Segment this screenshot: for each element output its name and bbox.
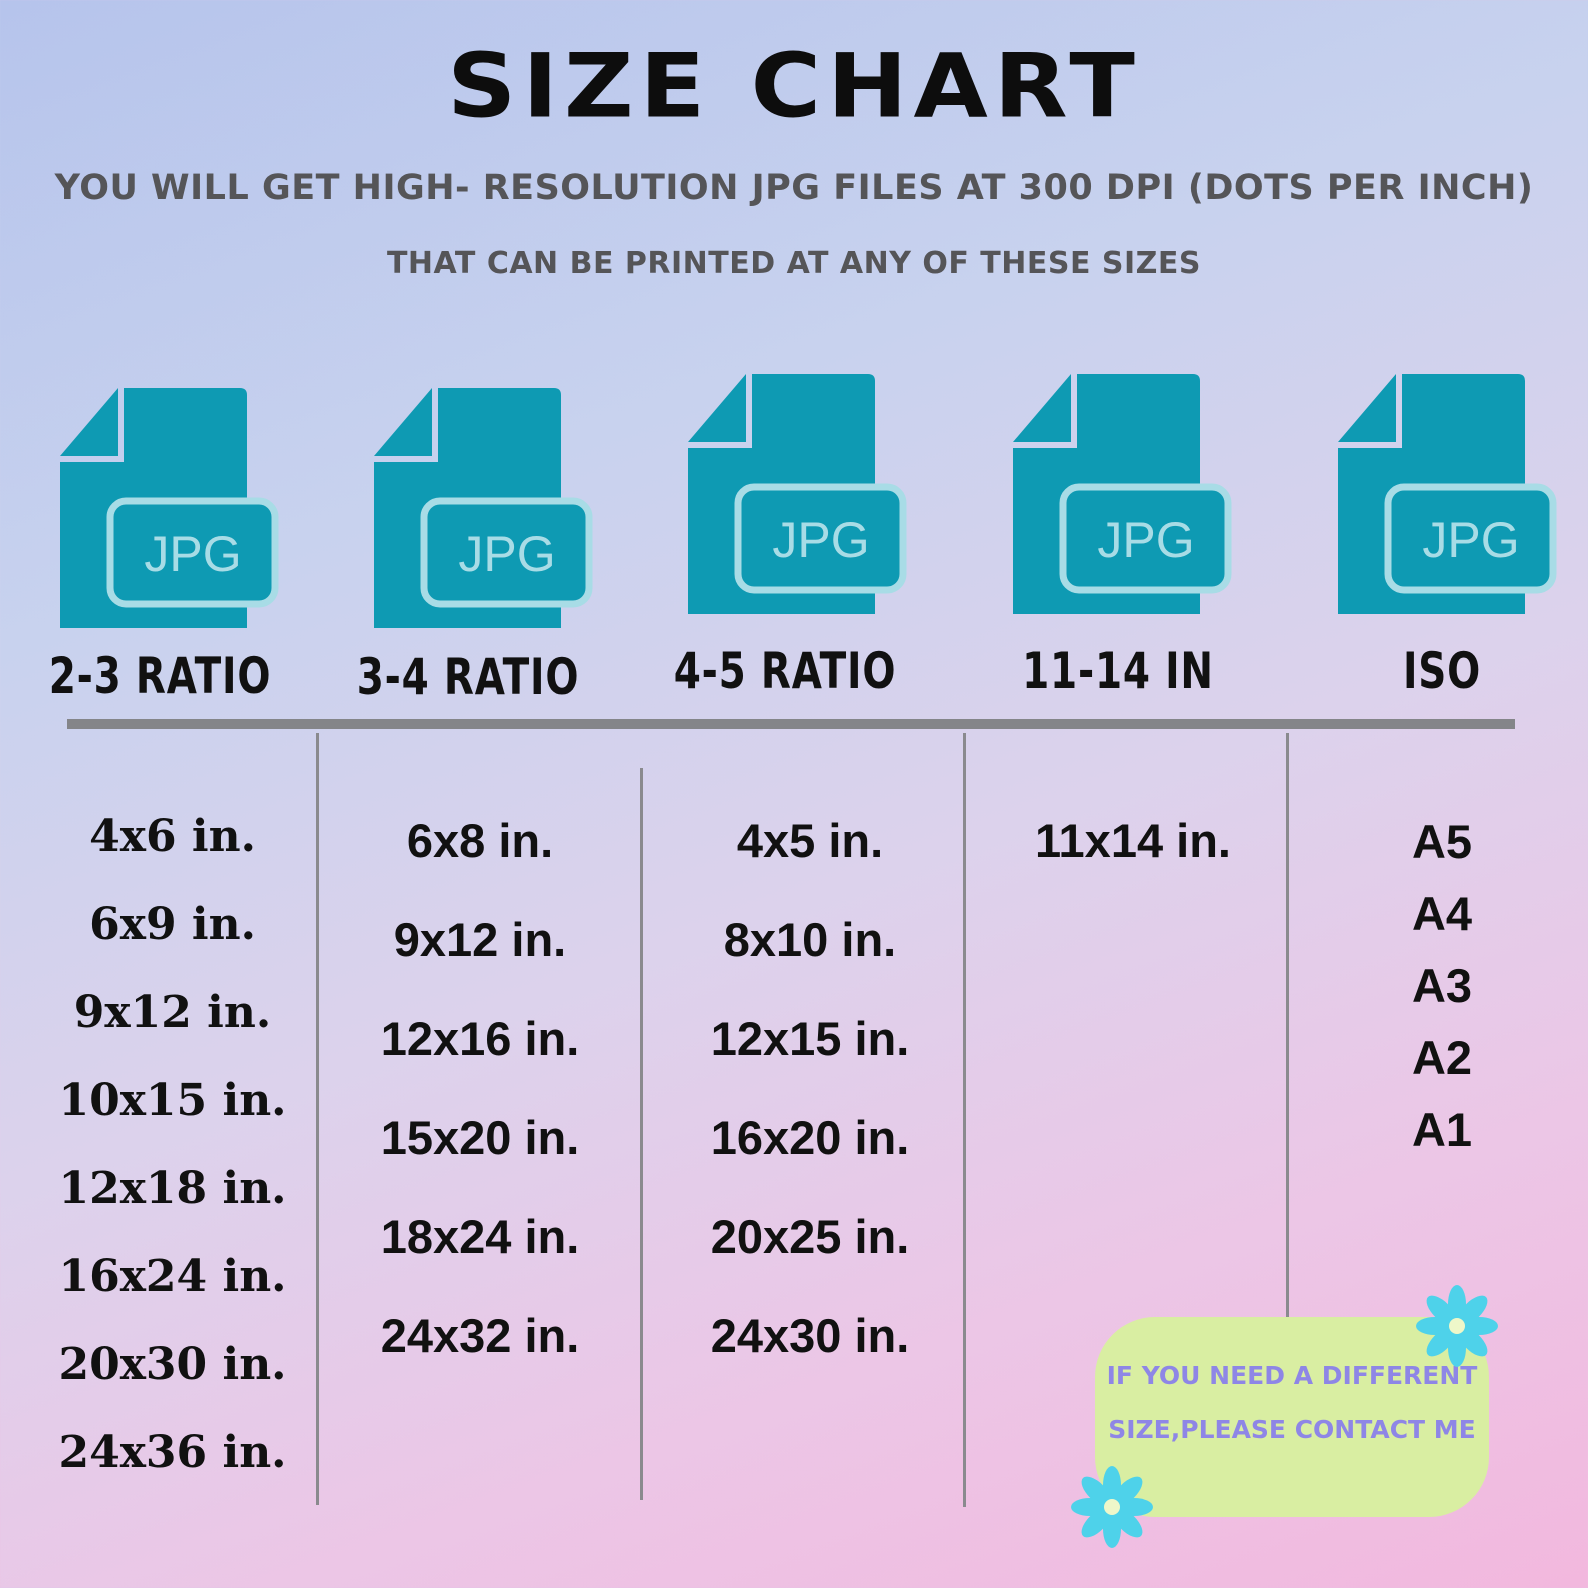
size-item: A1 — [1411, 1103, 1473, 1156]
jpg-label: JPG — [1097, 512, 1194, 568]
size-item: 6x8 in. — [406, 814, 554, 867]
jpg-file-icon: JPG — [60, 388, 279, 628]
size-item: 10x15 in. — [58, 1075, 287, 1126]
size-item: 16x20 in. — [710, 1111, 910, 1164]
column-heading-3-4-ratio: 3-4 RATIO — [356, 648, 580, 706]
jpg-label: JPG — [144, 526, 241, 582]
jpg-file-icon: JPG — [1338, 374, 1557, 614]
flower-icon — [1416, 1285, 1498, 1367]
size-item: 4x6 in. — [89, 811, 256, 862]
size-item: 24x36 in. — [58, 1427, 287, 1478]
column-heading-11-14-in: 11-14 IN — [1022, 642, 1214, 700]
size-item: 15x20 in. — [380, 1111, 580, 1164]
size-item: 20x25 in. — [710, 1210, 910, 1263]
jpg-file-icon: JPG — [688, 374, 907, 614]
size-item: 9x12 in. — [73, 987, 272, 1038]
size-list-11-14-in: 11x14 in. — [963, 791, 1303, 890]
column-heading-iso: ISO — [1402, 642, 1482, 700]
size-list-2-3-ratio: 4x6 in. 6x9 in. 9x12 in. 10x15 in. 12x18… — [0, 793, 345, 1497]
subtitle-printable-sizes: THAT CAN BE PRINTED AT ANY OF THESE SIZE… — [386, 246, 1202, 281]
column-heading-2-3-ratio: 2-3 RATIO — [48, 647, 272, 705]
jpg-label: JPG — [1422, 512, 1519, 568]
size-item: 24x32 in. — [380, 1309, 580, 1362]
size-item: 11x14 in. — [1035, 814, 1231, 867]
size-item: 24x30 in. — [710, 1309, 910, 1362]
size-item: 8x10 in. — [723, 913, 897, 966]
size-item: 18x24 in. — [380, 1210, 580, 1263]
size-item: 16x24 in. — [58, 1251, 287, 1302]
page-title: Size Chart — [447, 34, 1141, 138]
size-list-4-5-ratio: 4x5 in. 8x10 in. 12x15 in. 16x20 in. 20x… — [640, 791, 980, 1385]
size-item: A4 — [1411, 887, 1473, 940]
size-item: 12x15 in. — [710, 1012, 910, 1065]
size-list-3-4-ratio: 6x8 in. 9x12 in. 12x16 in. 15x20 in. 18x… — [316, 791, 644, 1385]
header-divider — [67, 719, 1515, 729]
flower-icon — [1071, 1466, 1153, 1548]
jpg-label: JPG — [772, 512, 869, 568]
size-item: 6x9 in. — [89, 899, 256, 950]
size-item: 4x5 in. — [736, 814, 884, 867]
subtitle-resolution: YOU WILL GET HIGH- RESOLUTION JPG FILES … — [54, 168, 1534, 208]
size-item: 12x16 in. — [380, 1012, 580, 1065]
size-list-iso: A5 A4 A3 A2 A1 — [1286, 806, 1588, 1166]
contact-note-line: SIZE,PLEASE CONTACT ME — [1108, 1415, 1476, 1444]
jpg-file-icon: JPG — [374, 388, 593, 628]
jpg-label: JPG — [458, 526, 555, 582]
size-item: A2 — [1411, 1031, 1473, 1084]
size-item: 20x30 in. — [58, 1339, 287, 1390]
column-heading-4-5-ratio: 4-5 RATIO — [673, 642, 897, 700]
size-item: A5 — [1411, 815, 1473, 868]
size-item: A3 — [1411, 959, 1473, 1012]
size-item: 12x18 in. — [58, 1163, 287, 1214]
jpg-file-icon: JPG — [1013, 374, 1232, 614]
size-item: 9x12 in. — [393, 913, 567, 966]
